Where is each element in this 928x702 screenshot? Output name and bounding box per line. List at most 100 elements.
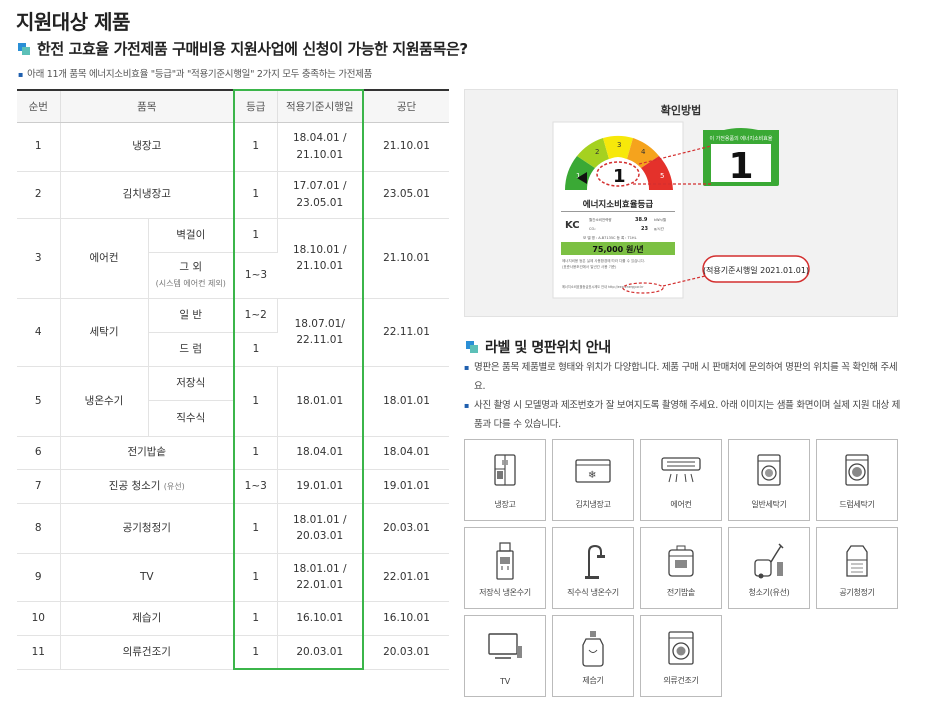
cell-agency: 20.03.01 bbox=[363, 503, 450, 554]
cell-grade: 1 bbox=[233, 366, 278, 437]
cell-date: 17.07.01 /23.05.01 bbox=[277, 171, 365, 219]
cell-agency: 20.03.01 bbox=[363, 635, 450, 670]
header-item: 품목 bbox=[60, 90, 235, 123]
dryer-icon bbox=[668, 631, 694, 665]
cell-agency: 21.10.01 bbox=[363, 122, 450, 172]
aircon-icon bbox=[661, 457, 701, 483]
cell-subitem: 그 외 (시스템 에어컨 제외) bbox=[148, 252, 235, 299]
cell-date: 20.03.01 bbox=[277, 635, 365, 670]
cell-agency: 19.01.01 bbox=[363, 469, 450, 504]
gauge-num-5: 5 bbox=[660, 172, 664, 180]
cell-grade: 1 bbox=[233, 218, 278, 253]
cell-grade: 1 bbox=[233, 332, 278, 367]
cell-agency: 18.04.01 bbox=[363, 436, 450, 470]
kc-mark-icon: KC bbox=[565, 220, 580, 231]
drum-washer-icon bbox=[845, 454, 869, 486]
cell-item: 전기밥솥 bbox=[60, 436, 235, 470]
check-method-panel: 확인방법 1 2 3 4 5 1 에너지소비효율등급 KC 월간소비전력량 38… bbox=[464, 89, 898, 317]
cell-grade: 1 bbox=[233, 171, 278, 219]
cell-grade: 1 bbox=[233, 601, 278, 636]
cell-agency: 22.11.01 bbox=[363, 298, 450, 367]
zoom-caption: 이 가전용품의 에너지소비효율 bbox=[710, 135, 773, 142]
label-footer: 에너지소비효율등급표시제도 안내 http://eep.energy.or.kr bbox=[562, 284, 644, 289]
product-label: 전기밥솥 bbox=[666, 588, 696, 597]
header-agency: 공단 bbox=[363, 90, 450, 123]
product-label: TV bbox=[500, 677, 510, 686]
product-card-drum-washer[interactable]: 드럼세탁기 bbox=[816, 439, 898, 521]
product-card-dryer[interactable]: 의류건조기 bbox=[640, 615, 722, 697]
product-card-air-purifier[interactable]: 공기청정기 bbox=[816, 527, 898, 609]
product-card-water-dispenser[interactable]: 저장식 냉온수기 bbox=[464, 527, 546, 609]
support-items-table: 순번 품목 등급 적용기준시행일 공단 1 냉장고 1 18.04.01 /21… bbox=[17, 89, 450, 670]
cell-item: 세탁기 bbox=[60, 298, 149, 367]
cell-subitem: 직수식 bbox=[148, 400, 235, 437]
washer-icon bbox=[757, 454, 781, 486]
cell-no: 5 bbox=[17, 366, 61, 437]
product-card-faucet-purifier[interactable]: 직수식 냉온수기 bbox=[552, 527, 634, 609]
model-row: 모 델 명 : A-B7135C 등 록 : T1HL bbox=[583, 235, 637, 240]
table-row: 1 냉장고 1 18.04.01 /21.10.01 21.10.01 bbox=[17, 122, 450, 172]
svg-text:(표준사용조건에서 일년간 사용 기준): (표준사용조건에서 일년간 사용 기준) bbox=[562, 264, 617, 269]
cell-item: 공기청정기 bbox=[60, 503, 235, 554]
cell-subitem: 저장식 bbox=[148, 366, 235, 401]
cell-grade: 1~3 bbox=[233, 252, 278, 299]
cell-item: 제습기 bbox=[60, 601, 235, 636]
product-card-fridge[interactable]: 냉장고 bbox=[464, 439, 546, 521]
cell-agency: 18.01.01 bbox=[363, 366, 450, 437]
vacuum-icon bbox=[754, 543, 784, 579]
cell-no: 10 bbox=[17, 601, 61, 636]
product-grid: 냉장고 ❄ 김치냉장고 에어컨 일반세탁기 드럼세탁기 저장식 냉온수기 직수식… bbox=[464, 439, 898, 697]
product-label: 직수식 냉온수기 bbox=[567, 588, 619, 597]
cell-no: 9 bbox=[17, 553, 61, 602]
product-card-kimchi-fridge[interactable]: ❄ 김치냉장고 bbox=[552, 439, 634, 521]
cell-grade: 1 bbox=[233, 553, 278, 602]
table-row: 7 진공 청소기 (유선) 1~3 19.01.01 19.01.01 bbox=[17, 469, 450, 504]
cell-date: 18.01.01 /20.03.01 bbox=[277, 503, 365, 554]
cell-subitem: 일 반 bbox=[148, 298, 235, 333]
list-item: 사진 촬영 시 모델명과 제조번호가 잘 보여지도록 촬영해 주세요. 아래 이… bbox=[464, 396, 904, 434]
svg-text:에너지비용 등은 실제 사용환경에 따라 다를 수 있습니다: 에너지비용 등은 실제 사용환경에 따라 다를 수 있습니다. bbox=[562, 258, 645, 263]
cell-item: 냉장고 bbox=[60, 122, 235, 172]
cell-no: 8 bbox=[17, 503, 61, 554]
table-row: 8 공기청정기 1 18.01.01 /20.03.01 20.03.01 bbox=[17, 503, 450, 554]
cell-agency: 21.10.01 bbox=[363, 218, 450, 299]
label-location-notes: 명판은 품목 제품별로 형태와 위치가 다양합니다. 제품 구매 시 판매처에 … bbox=[464, 358, 904, 434]
product-card-dehumidifier[interactable]: 제습기 bbox=[552, 615, 634, 697]
cell-date: 16.10.01 bbox=[277, 601, 365, 636]
gauge-grade: 1 bbox=[613, 166, 626, 187]
rice-cooker-icon bbox=[668, 545, 694, 577]
product-card-vacuum[interactable]: 청소기(유선) bbox=[728, 527, 810, 609]
svg-text:CO₂: CO₂ bbox=[589, 227, 596, 231]
product-label: 청소기(유선) bbox=[748, 588, 790, 597]
table-note: 아래 11개 품목 에너지소비효율 "등급"과 "적용기준시행일" 2가지 모두… bbox=[18, 66, 372, 80]
cell-grade: 1 bbox=[233, 436, 278, 470]
cell-date: 19.01.01 bbox=[277, 469, 365, 504]
product-card-washer[interactable]: 일반세탁기 bbox=[728, 439, 810, 521]
cell-date: 18.07.01/22.11.01 bbox=[277, 298, 365, 367]
cell-item: 냉온수기 bbox=[60, 366, 149, 437]
section-subtitle: 한전 고효율 가전제품 구매비용 지원사업에 신청이 가능한 지원품목은? bbox=[18, 38, 468, 59]
cell-grade: 1~2 bbox=[233, 298, 278, 333]
table-row: 2 김치냉장고 1 17.07.01 /23.05.01 23.05.01 bbox=[17, 171, 450, 219]
product-label: 공기청정기 bbox=[839, 588, 875, 597]
product-label: 제습기 bbox=[582, 676, 604, 685]
svg-text:❄: ❄ bbox=[588, 470, 596, 481]
table-row: 5 냉온수기 저장식 1 18.01.01 18.01.01 bbox=[17, 366, 450, 437]
cell-subitem: 벽걸이 bbox=[148, 218, 235, 253]
product-label: 저장식 냉온수기 bbox=[479, 588, 531, 597]
table-row: 11 의류건조기 1 20.03.01 20.03.01 bbox=[17, 635, 450, 670]
product-label: 의류건조기 bbox=[663, 676, 699, 685]
svg-text:g/시간: g/시간 bbox=[654, 226, 665, 231]
energy-label-illustration: 1 2 3 4 5 1 에너지소비효율등급 KC 월간소비전력량 38.9 kW… bbox=[552, 121, 810, 299]
faucet-purifier-icon bbox=[585, 544, 605, 579]
square-bullet-icon bbox=[466, 341, 478, 353]
product-card-rice-cooker[interactable]: 전기밥솥 bbox=[640, 527, 722, 609]
product-card-aircon[interactable]: 에어컨 bbox=[640, 439, 722, 521]
cell-grade: 1~3 bbox=[233, 469, 278, 504]
cell-no: 3 bbox=[17, 218, 61, 299]
header-no: 순번 bbox=[17, 90, 61, 123]
subtitle-text: 한전 고효율 가전제품 구매비용 지원사업에 신청이 가능한 지원품목은? bbox=[37, 40, 468, 58]
cell-date: 18.01.01 /22.01.01 bbox=[277, 553, 365, 602]
product-label: 에어컨 bbox=[670, 500, 692, 509]
product-card-tv[interactable]: TV bbox=[464, 615, 546, 697]
